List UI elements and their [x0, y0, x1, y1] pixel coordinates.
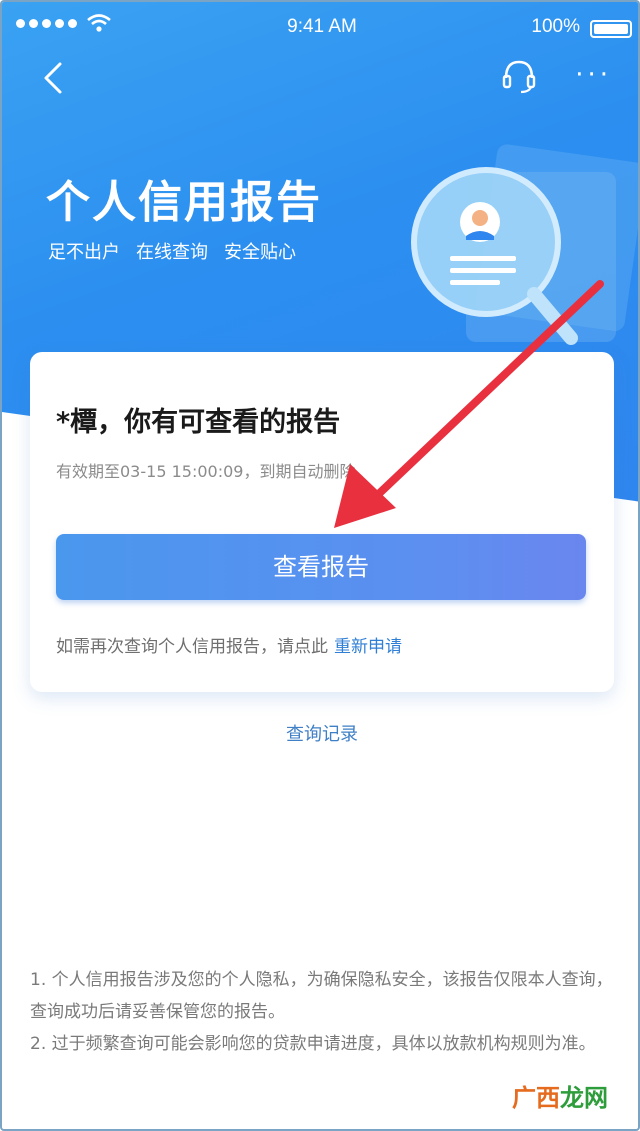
greeting-text: *橝，你有可查看的报告	[56, 407, 341, 438]
back-arrow-icon[interactable]	[36, 58, 72, 98]
reapply-text: 如需再次查询个人信用报告，请点此	[56, 637, 328, 657]
reapply-row: 如需再次查询个人信用报告，请点此 重新申请	[56, 632, 402, 657]
query-history-link[interactable]: 查询记录	[2, 720, 638, 746]
nav-bar: ···	[2, 52, 638, 102]
notes-section: 1. 个人信用报告涉及您的个人隐私，为确保隐私安全，该报告仅限本人查询，查询成功…	[30, 964, 620, 1060]
subtitle-item: 足不出户	[48, 242, 120, 263]
magnifier-report-illustration	[411, 144, 638, 345]
status-bar: 9:41 AM 100%	[2, 10, 638, 42]
battery-icon	[590, 20, 632, 38]
report-card: *橝，你有可查看的报告 有效期至03-15 15:00:09，到期自动删除 查看…	[30, 352, 614, 692]
page-title: 个人信用报告	[46, 177, 322, 228]
watermark-part2: 龙网	[560, 1084, 608, 1112]
hero-subtitle: 足不出户 在线查询 安全贴心	[48, 238, 296, 264]
view-report-button[interactable]: 查看报告	[56, 534, 586, 600]
reapply-link[interactable]: 重新申请	[334, 637, 402, 657]
app-screen: 9:41 AM 100% ··· 个人信用报告 足不出户 在线查询 安全贴心 *…	[0, 0, 640, 1131]
battery-percent: 100%	[531, 16, 580, 37]
subtitle-item: 在线查询	[136, 242, 208, 263]
validity-text: 有效期至03-15 15:00:09，到期自动删除	[56, 462, 356, 481]
note-item: 2. 过于频繁查询可能会影响您的贷款申请进度，具体以放款机构规则为准。	[30, 1034, 596, 1054]
customer-service-headset-icon[interactable]	[500, 58, 538, 94]
subtitle-item: 安全贴心	[224, 242, 296, 263]
watermark-logo: 广西龙网	[512, 1078, 608, 1113]
watermark-part1: 广西	[512, 1084, 560, 1112]
more-menu-icon[interactable]: ···	[575, 60, 612, 90]
note-item: 1. 个人信用报告涉及您的个人隐私，为确保隐私安全，该报告仅限本人查询，查询成功…	[30, 970, 613, 1022]
